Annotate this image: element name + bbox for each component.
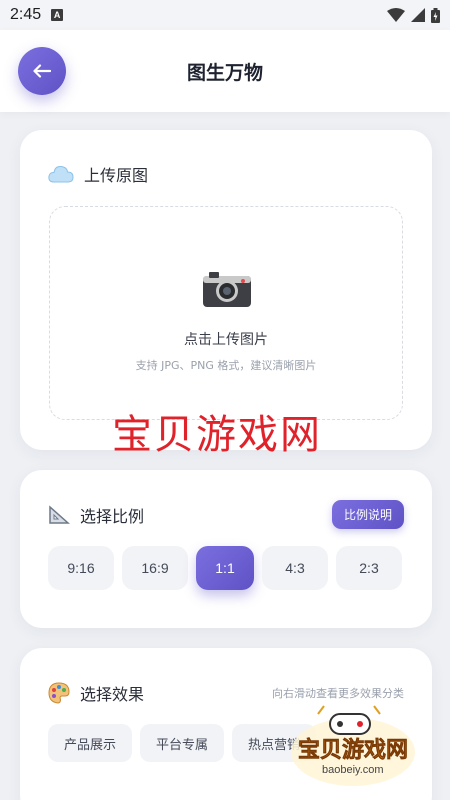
upload-hint: 支持 JPG、PNG 格式，建议清晰图片	[135, 359, 317, 372]
tab-product-display[interactable]: 产品展示	[48, 724, 133, 762]
ratio-option-1-1[interactable]: 1:1	[196, 546, 254, 590]
upload-dropzone[interactable]: 点击上传图片 支持 JPG、PNG 格式，建议清晰图片	[49, 206, 403, 420]
effect-title-text: 选择效果	[80, 685, 145, 704]
ratio-option-16-9[interactable]: 16:9	[122, 546, 188, 590]
triangle-ruler-icon	[49, 505, 70, 524]
cloud-icon	[48, 165, 74, 183]
ratio-section-title: 选择比例	[48, 503, 144, 527]
page-title: 图生万物	[186, 62, 263, 84]
ratio-option-9-16[interactable]: 9:16	[48, 546, 114, 590]
ratio-title-text: 选择比例	[80, 507, 145, 526]
status-time: 2:45	[10, 6, 42, 23]
ratio-option-2-3[interactable]: 2:3	[336, 546, 402, 590]
status-icons	[387, 7, 440, 23]
ratio-card: 选择比例 比例说明 9:16 16:9 1:1 4:3 2:3	[20, 470, 432, 628]
ratio-options: 9:16 16:9 1:1 4:3 2:3	[48, 546, 402, 590]
swipe-hint: 向右滑动查看更多效果分类	[272, 687, 404, 700]
ratio-option-4-3[interactable]: 4:3	[262, 546, 328, 590]
notification-icon: A	[51, 9, 64, 21]
camera-icon	[203, 272, 251, 307]
battery-icon	[431, 7, 440, 23]
upload-section-title: 上传原图	[48, 162, 148, 186]
logo-url: baobeiy.com	[322, 764, 384, 776]
palette-icon	[48, 682, 70, 704]
wifi-icon	[387, 8, 405, 22]
app-header: 图生万物	[0, 30, 450, 112]
signal-icon	[411, 8, 425, 22]
upload-label: 点击上传图片	[184, 332, 268, 348]
logo-text: 宝贝游戏网	[297, 738, 409, 764]
tab-platform-exclusive[interactable]: 平台专属	[140, 724, 225, 762]
status-bar: 2:45 A	[0, 0, 450, 30]
site-logo: 宝贝游戏网 baobeiy.com	[278, 700, 428, 790]
upload-title-text: 上传原图	[84, 166, 149, 185]
effect-section-title: 选择效果	[48, 681, 144, 705]
ratio-help-button[interactable]: 比例说明	[331, 500, 404, 529]
effect-category-tabs: 产品展示 平台专属 热点营销	[48, 724, 317, 762]
watermark-text: 宝贝游戏网	[112, 412, 322, 458]
